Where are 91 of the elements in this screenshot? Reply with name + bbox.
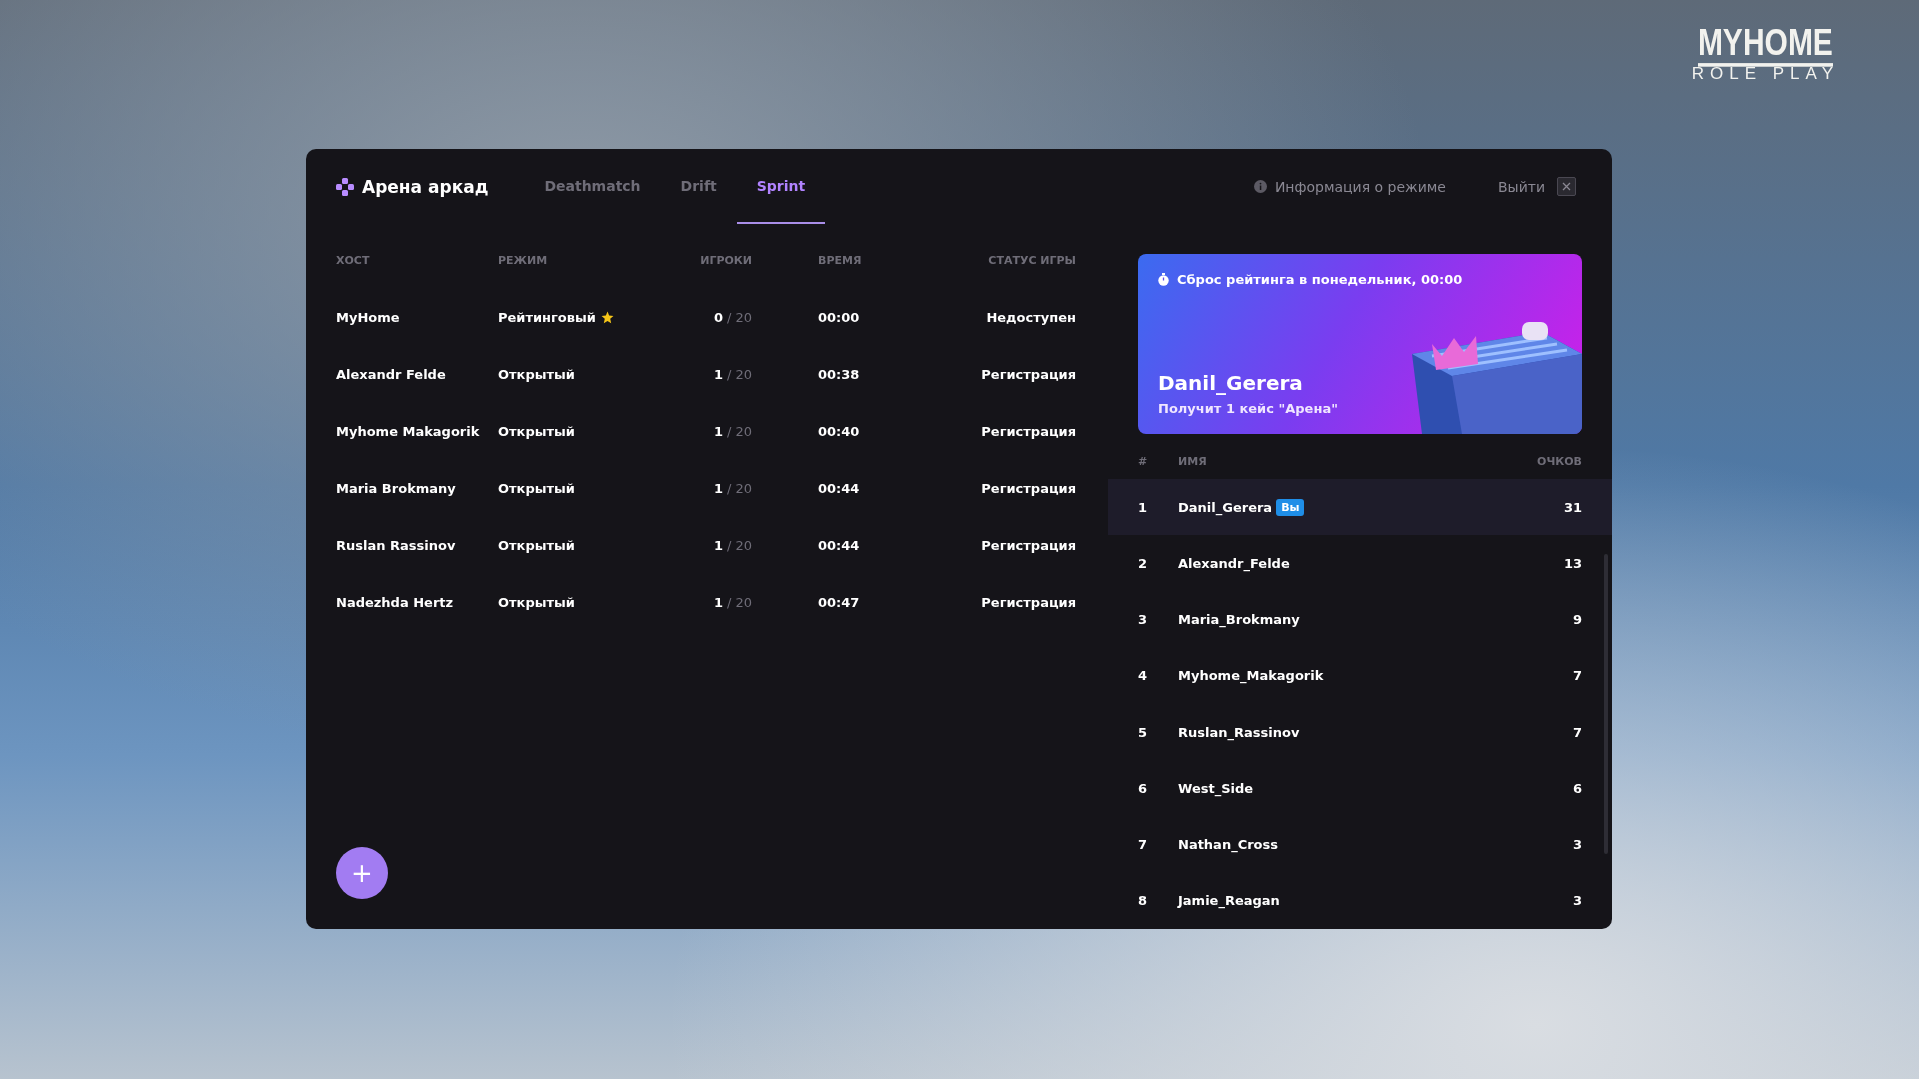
player-name: Myhome_Makagorik xyxy=(1178,668,1324,684)
score-cell: 31 xyxy=(1563,499,1582,515)
column-header: ХОСТ xyxy=(336,253,371,269)
leaderboard-row[interactable]: 7 Nathan_Cross 3 xyxy=(1108,816,1612,873)
players-max: / 20 xyxy=(726,481,752,496)
mode-tab[interactable]: Sprint xyxy=(736,149,826,224)
mode-cell: Открытый xyxy=(498,424,575,439)
column-header: ОЧКОВ xyxy=(1537,454,1582,470)
players-max: / 20 xyxy=(726,367,752,382)
stopwatch-icon xyxy=(1158,273,1169,286)
player-name: Ruslan_Rassinov xyxy=(1178,724,1300,740)
mode-tab[interactable]: Deathmatch xyxy=(524,149,661,224)
time-cell-text: 00:00 xyxy=(817,310,861,325)
status-cell: Регистрация xyxy=(981,367,1076,382)
rank-cell-text: 4 xyxy=(1138,668,1149,684)
mode-info-link[interactable]: Информация о режиме xyxy=(1247,149,1452,224)
close-icon xyxy=(1557,177,1576,196)
player-name: Jamie_Reagan xyxy=(1178,893,1280,909)
players-max: / 20 xyxy=(726,595,752,610)
window-title: Арена аркад xyxy=(362,176,489,197)
player-name: Alexandr_Felde xyxy=(1178,555,1290,571)
players-count: 0 xyxy=(713,310,723,325)
time-cell-text: 00:38 xyxy=(817,367,861,382)
host-cell-text: Maria Brokmany xyxy=(336,481,457,496)
players-count: 1 xyxy=(713,595,723,610)
status-cell: Регистрация xyxy=(981,538,1076,553)
score-cell: 6 xyxy=(1572,780,1582,796)
column-header: РЕЖИМ xyxy=(498,253,549,269)
players-max: / 20 xyxy=(726,310,752,325)
player-name: West_Side xyxy=(1178,780,1254,796)
player-name: Danil_Gerera xyxy=(1178,499,1273,515)
status-cell: Регистрация xyxy=(981,424,1076,439)
leaderboard-row[interactable]: 1 Danil_Gerera Вы 31 xyxy=(1108,479,1612,536)
host-cell-text: Alexandr Felde xyxy=(336,367,447,382)
leaderboard-row[interactable]: 8 Jamie_Reagan 3 xyxy=(1108,872,1612,929)
rank-cell-text: 2 xyxy=(1138,555,1149,571)
info-icon xyxy=(1253,180,1267,193)
time-cell-text: 00:47 xyxy=(817,595,861,610)
status-cell: Недоступен xyxy=(986,310,1076,325)
mode-tab[interactable]: Drift xyxy=(660,149,737,224)
leader-name: Danil_Gerera xyxy=(1158,371,1304,395)
leaderboard-row[interactable]: 6 West_Side 6 xyxy=(1108,760,1612,817)
leaderboard-row[interactable]: 3 Maria_Brokmany 9 xyxy=(1108,591,1612,648)
rank-cell-text: 5 xyxy=(1138,724,1149,740)
exit-button[interactable]: Выйти xyxy=(1492,149,1582,224)
column-header: ИГРОКИ xyxy=(700,253,752,269)
logo-title: MYHOME xyxy=(1697,22,1833,67)
leaderboard-row[interactable]: 4 Myhome_Makagorik 7 xyxy=(1108,647,1612,704)
score-cell: 7 xyxy=(1572,668,1582,684)
players-max: / 20 xyxy=(726,538,752,553)
mode-cell: Открытый xyxy=(498,595,575,610)
host-cell-text: Myhome Makagorik xyxy=(336,424,481,439)
rating-reset-notice: Сброс рейтинга в понедельник, 00:00 xyxy=(1177,272,1463,287)
score-cell: 9 xyxy=(1572,612,1582,628)
column-header: # xyxy=(1138,454,1149,470)
host-cell-text: MyHome xyxy=(336,310,401,325)
leaderboard-row[interactable]: 2 Alexandr_Felde 13 xyxy=(1108,535,1612,592)
player-name: Maria_Brokmany xyxy=(1178,612,1300,628)
rank-cell-text: 6 xyxy=(1138,780,1149,796)
score-cell: 3 xyxy=(1572,893,1582,909)
score-cell: 13 xyxy=(1563,555,1582,571)
mode-cell: Рейтинговый xyxy=(498,310,596,325)
rank-cell-text: 7 xyxy=(1138,837,1149,853)
time-cell-text: 00:44 xyxy=(817,481,861,496)
rank-cell-text: 3 xyxy=(1138,612,1149,628)
score-cell: 7 xyxy=(1572,724,1582,740)
players-max: / 20 xyxy=(726,424,752,439)
rank-cell-text: 8 xyxy=(1138,893,1149,909)
host-cell-text: Ruslan Rassinov xyxy=(336,538,457,553)
mode-cell: Открытый xyxy=(498,481,575,496)
status-cell: Регистрация xyxy=(981,595,1076,610)
column-header: ИМЯ xyxy=(1178,454,1208,470)
players-count: 1 xyxy=(713,538,723,553)
reward-text: Получит 1 кейс "Арена" xyxy=(1158,401,1339,416)
column-header: ВРЕМЯ xyxy=(817,253,863,269)
players-count: 1 xyxy=(713,367,723,382)
player-name: Nathan_Cross xyxy=(1178,837,1278,853)
time-cell-text: 00:44 xyxy=(817,538,861,553)
gamepad-icon xyxy=(336,177,354,196)
rank-cell-text: 1 xyxy=(1138,499,1149,515)
column-header: СТАТУС ИГРЫ xyxy=(988,253,1076,269)
leaderboard-row[interactable]: 5 Ruslan_Rassinov 7 xyxy=(1108,704,1612,761)
time-cell-text: 00:40 xyxy=(817,424,861,439)
mode-cell: Открытый xyxy=(498,538,575,553)
you-badge: Вы xyxy=(1276,498,1305,516)
players-count: 1 xyxy=(713,481,723,496)
status-cell: Регистрация xyxy=(981,481,1076,496)
score-cell: 3 xyxy=(1572,837,1582,853)
players-count: 1 xyxy=(713,424,723,439)
host-cell-text: Nadezhda Hertz xyxy=(336,595,455,610)
mode-cell: Открытый xyxy=(498,367,575,382)
